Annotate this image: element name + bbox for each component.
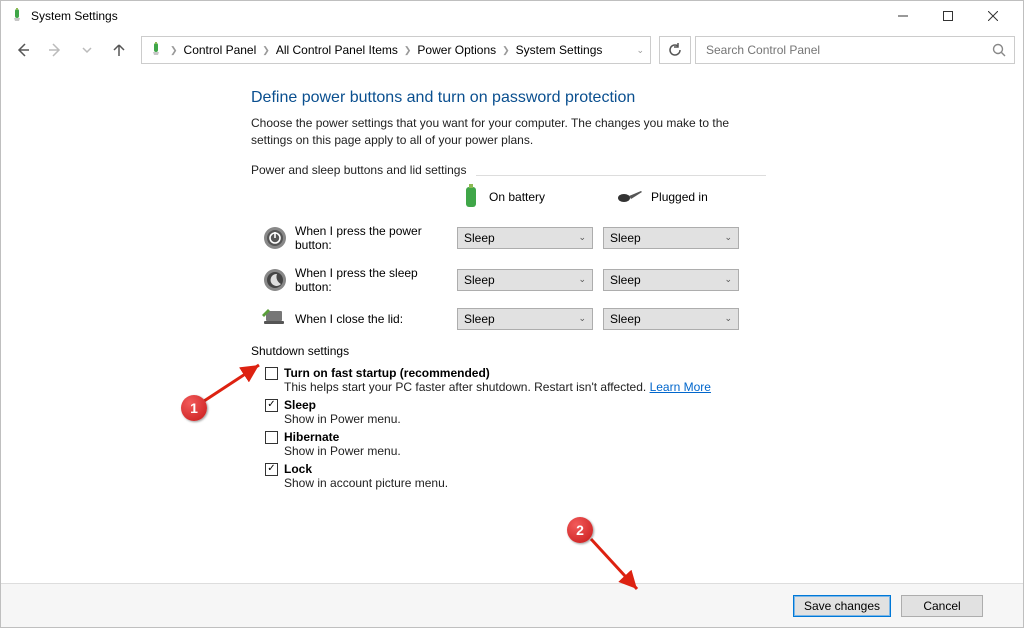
select-value: Sleep [610,312,641,326]
chevron-down-icon[interactable]: ⌄ [636,45,644,56]
forward-button[interactable] [41,36,69,64]
address-bar[interactable]: ❯ Control Panel ❯ All Control Panel Item… [141,36,651,64]
save-label: Save changes [804,599,880,613]
maximize-button[interactable] [925,2,970,30]
close-lid-plugged-select[interactable]: Sleep ⌄ [603,308,739,330]
close-button[interactable] [970,2,1015,30]
setting-row-close-lid: When I close the lid: Sleep ⌄ Sleep ⌄ [251,308,771,330]
fast-startup-checkbox[interactable] [265,367,278,380]
chevron-right-icon[interactable]: ❯ [170,45,178,56]
titlebar: System Settings [1,1,1023,31]
chevron-down-icon: ⌄ [724,232,732,243]
select-value: Sleep [610,231,641,245]
checkbox-title: Lock [284,462,448,476]
learn-more-link[interactable]: Learn More [650,380,711,394]
sleep-checkbox[interactable]: ✓ [265,399,278,412]
chevron-right-icon[interactable]: ❯ [404,45,412,56]
chevron-right-icon[interactable]: ❯ [262,45,270,56]
recent-locations-button[interactable] [73,36,101,64]
chevron-down-icon: ⌄ [578,232,586,243]
up-button[interactable] [105,36,133,64]
page-subtext: Choose the power settings that you want … [251,115,771,149]
save-button[interactable]: Save changes [793,595,891,617]
sleep-button-battery-select[interactable]: Sleep ⌄ [457,269,593,291]
chevron-down-icon: ⌄ [724,274,732,285]
breadcrumb-item[interactable]: System Settings [516,43,603,57]
chevron-down-icon: ⌄ [724,313,732,324]
column-plugged-in: Plugged in [615,189,708,205]
search-icon[interactable] [992,43,1006,57]
power-icon [261,226,289,250]
checkbox-title: Sleep [284,398,401,412]
content-area: Define power buttons and turn on passwor… [1,71,1023,627]
checkbox-fast-startup: Turn on fast startup (recommended) This … [265,366,1023,394]
page-heading: Define power buttons and turn on passwor… [251,89,1023,107]
select-value: Sleep [610,273,641,287]
select-value: Sleep [464,231,495,245]
battery-icon [461,184,481,210]
lock-checkbox[interactable]: ✓ [265,463,278,476]
breadcrumb-item[interactable]: Power Options [417,43,496,57]
plug-icon [615,189,643,205]
laptop-icon [261,309,289,329]
cancel-button[interactable]: Cancel [901,595,983,617]
shutdown-section-label: Shutdown settings [251,344,1023,358]
breadcrumb-item[interactable]: All Control Panel Items [276,43,398,57]
chevron-down-icon: ⌄ [578,313,586,324]
checkbox-desc: Show in account picture menu. [284,476,448,490]
select-value: Sleep [464,273,495,287]
app-icon [9,8,25,24]
minimize-button[interactable] [880,2,925,30]
toolbar: ❯ Control Panel ❯ All Control Panel Item… [1,31,1023,69]
sleep-button-plugged-select[interactable]: Sleep ⌄ [603,269,739,291]
hibernate-checkbox[interactable] [265,431,278,444]
power-button-battery-select[interactable]: Sleep ⌄ [457,227,593,249]
row-label: When I press the sleep button: [295,266,457,294]
checkbox-lock: ✓ Lock Show in account picture menu. [265,462,1023,490]
footer: Save changes Cancel [1,583,1023,627]
row-label: When I close the lid: [295,312,457,326]
cancel-label: Cancel [923,599,960,613]
checkbox-desc: Show in Power menu. [284,412,401,426]
chevron-down-icon: ⌄ [578,274,586,285]
breadcrumb-item[interactable]: Control Panel [184,43,257,57]
row-label: When I press the power button: [295,224,457,252]
column-label: Plugged in [651,190,708,204]
checkbox-title: Hibernate [284,430,401,444]
power-button-plugged-select[interactable]: Sleep ⌄ [603,227,739,249]
refresh-button[interactable] [659,36,691,64]
sleep-icon [261,268,289,292]
window-title: System Settings [31,9,118,23]
close-lid-battery-select[interactable]: Sleep ⌄ [457,308,593,330]
battery-icon [148,42,164,58]
chevron-right-icon[interactable]: ❯ [502,45,510,56]
column-label: On battery [489,190,545,204]
setting-row-sleep-button: When I press the sleep button: Sleep ⌄ S… [251,266,771,294]
checkbox-title: Turn on fast startup (recommended) [284,366,711,380]
checkbox-desc: This helps start your PC faster after sh… [284,380,650,394]
back-button[interactable] [9,36,37,64]
window-controls [880,2,1015,30]
power-sleep-group: Power and sleep buttons and lid settings… [251,163,771,330]
select-value: Sleep [464,312,495,326]
setting-row-power-button: When I press the power button: Sleep ⌄ S… [251,224,771,252]
search-input[interactable] [704,42,992,58]
search-box[interactable] [695,36,1015,64]
checkbox-sleep: ✓ Sleep Show in Power menu. [265,398,1023,426]
column-on-battery: On battery [461,184,545,210]
checkbox-hibernate: Hibernate Show in Power menu. [265,430,1023,458]
checkbox-desc: Show in Power menu. [284,444,401,458]
